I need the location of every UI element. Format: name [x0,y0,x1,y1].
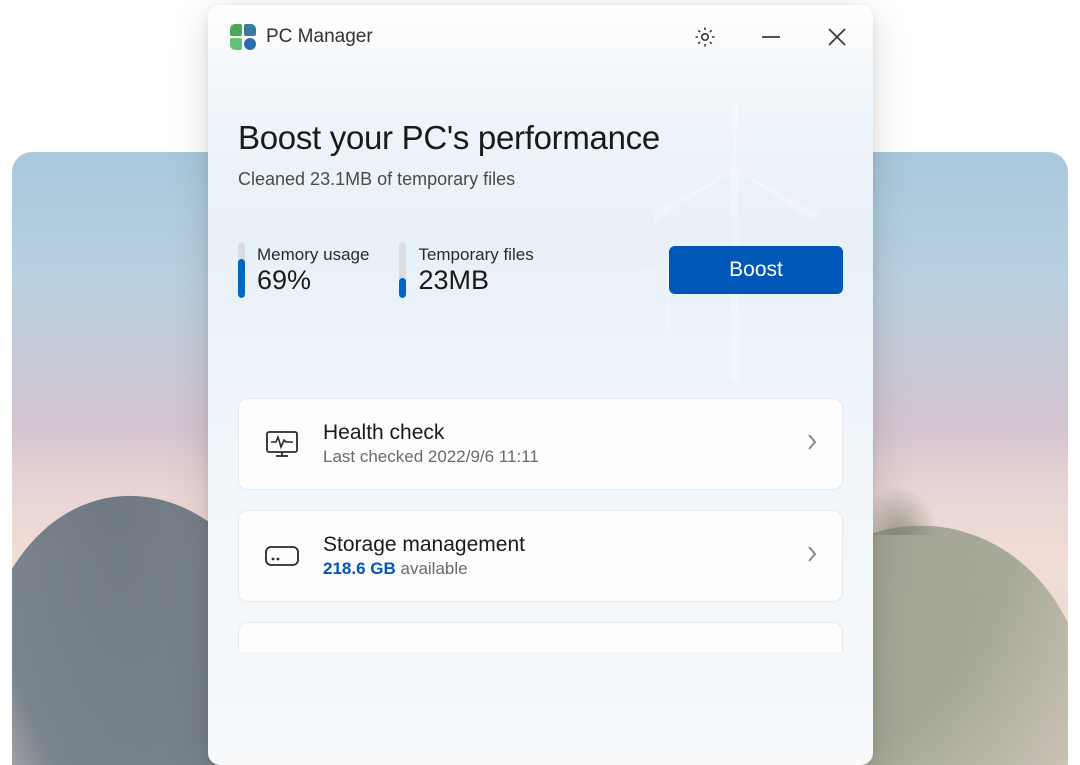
health-check-icon [263,425,301,463]
storage-icon [263,537,301,575]
chevron-right-icon [806,544,818,569]
storage-available-suffix: available [396,559,468,578]
memory-usage-value: 69% [257,265,369,296]
close-button[interactable] [823,23,851,51]
hero-headline: Boost your PC's performance [238,119,843,157]
storage-management-card[interactable]: Storage management 218.6 GB available [238,510,843,602]
storage-available-value: 218.6 GB [323,559,396,578]
memory-usage-bar-fill [238,259,245,298]
app-title: PC Manager [266,26,373,48]
memory-usage-label: Memory usage [257,245,369,265]
storage-title: Storage management [323,533,784,557]
app-logo: PC Manager [230,24,373,50]
temp-files-stat: Temporary files 23MB [399,242,533,298]
temp-files-label: Temporary files [418,245,533,265]
temp-files-value: 23MB [418,265,533,296]
storage-sub: 218.6 GB available [323,559,784,579]
pc-manager-window: PC Manager Boost your P [208,5,873,765]
chevron-right-icon [806,432,818,457]
gear-icon [693,25,717,49]
boost-button[interactable]: Boost [669,246,843,294]
pc-manager-logo-icon [230,24,256,50]
main-content: Boost your PC's performance Cleaned 23.1… [208,69,873,672]
temp-files-bar [399,242,406,298]
settings-button[interactable] [691,23,719,51]
health-check-title: Health check [323,421,784,445]
partial-card[interactable] [238,622,843,652]
memory-usage-stat: Memory usage 69% [238,242,369,298]
title-bar: PC Manager [208,5,873,69]
minimize-icon [760,26,782,48]
minimize-button[interactable] [757,23,785,51]
stats-row: Memory usage 69% Temporary files 23MB Bo… [238,242,843,298]
hero-subhead: Cleaned 23.1MB of temporary files [238,169,843,190]
health-check-sub: Last checked 2022/9/6 11:11 [323,447,784,467]
memory-usage-bar [238,242,245,298]
close-icon [826,26,848,48]
temp-files-bar-fill [399,278,406,298]
health-check-card[interactable]: Health check Last checked 2022/9/6 11:11 [238,398,843,490]
window-controls [691,23,851,51]
